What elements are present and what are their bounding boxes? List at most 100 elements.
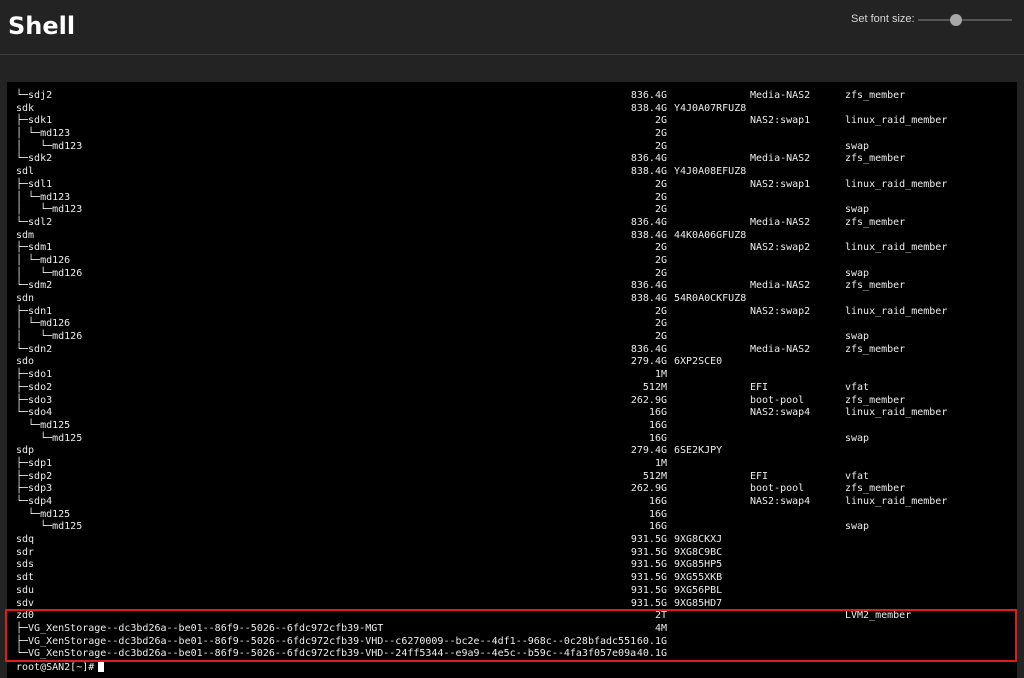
terminal-line: └─VG_XenStorage--dc3bd26a--be01--86f9--5… <box>7 648 1017 661</box>
device-name: ├─VG_XenStorage--dc3bd26a--be01--86f9--5… <box>16 635 637 647</box>
device-size: 836.4G <box>630 343 667 355</box>
device-name: sdr <box>16 546 35 558</box>
terminal-line: │ └─md126 2G swap <box>7 268 1017 281</box>
device-size: 16G <box>648 508 667 520</box>
terminal-line: ├─sdo2 512M EFI vfat <box>7 382 1017 395</box>
terminal-line: zd0 2T LVM2_member <box>7 610 1017 623</box>
terminal-line: ├─sdn1 2G NAS2:swap2 linux_raid_member <box>7 306 1017 319</box>
device-size: 1M <box>654 457 667 469</box>
device-serial: 9XG8CKXJ <box>674 534 723 546</box>
device-fstype: linux_raid_member <box>845 242 948 254</box>
device-size: 16G <box>648 432 667 444</box>
terminal-line: └─sdo4 16G NAS2:swap4 linux_raid_member <box>7 407 1017 420</box>
device-name: └─sdj2 <box>16 90 53 101</box>
device-fstype: zfs_member <box>845 90 906 101</box>
device-label: NAS2:swap4 <box>750 496 811 507</box>
device-size: 262.9G <box>630 394 667 406</box>
device-name: ├─sdl1 <box>16 178 53 190</box>
font-size-slider[interactable] <box>918 14 1012 26</box>
terminal-line: │ └─md123 2G <box>7 192 1017 205</box>
device-size: 2G <box>654 128 667 140</box>
device-size: 838.4G <box>630 229 667 241</box>
device-name: └─md125 <box>16 432 83 444</box>
terminal-window[interactable]: └─sdj2 836.4G Media-NAS2 zfs_member sdk 838.4… <box>7 82 1017 678</box>
device-name: └─md125 <box>16 521 83 533</box>
device-name: └─sdp4 <box>16 496 53 507</box>
device-label: NAS2:swap2 <box>750 242 811 254</box>
device-name: sds <box>16 559 35 571</box>
terminal-line: └─sdm2 836.4G Media-NAS2 zfs_member <box>7 280 1017 293</box>
device-size: 512M <box>642 470 667 482</box>
device-name: ├─sdo1 <box>16 369 53 381</box>
device-serial: 9XG56PBL <box>674 584 723 596</box>
device-label: Media-NAS2 <box>750 90 811 101</box>
device-name: sdu <box>16 584 35 596</box>
font-size-slider-thumb[interactable] <box>949 14 962 26</box>
terminal-line: └─md125 16G swap <box>7 433 1017 446</box>
device-name: └─md125 <box>16 508 71 520</box>
device-size: 279.4G <box>630 356 667 368</box>
terminal-line: ├─sdo3 262.9G boot-pool zfs_member <box>7 395 1017 408</box>
device-size: 931.5G <box>630 534 667 546</box>
font-size-label: Set font size: <box>851 13 915 25</box>
shell-prompt-line[interactable]: root@SAN2[~]# <box>7 660 1017 674</box>
device-size: 931.5G <box>630 597 667 609</box>
terminal-line: │ └─md126 2G <box>7 318 1017 331</box>
device-fstype: linux_raid_member <box>845 305 948 317</box>
device-size: 2G <box>654 242 667 254</box>
device-name: sdo <box>16 356 35 368</box>
device-serial: Y4J0A08EFUZ8 <box>674 166 747 178</box>
device-name: └─VG_XenStorage--dc3bd26a--be01--86f9--5… <box>16 648 637 660</box>
device-size: 2G <box>654 178 667 190</box>
device-size: 2G <box>654 254 667 266</box>
terminal-line: sdn 838.4G 54R0A0CKFUZ8 <box>7 293 1017 306</box>
terminal-line: └─sdj2 836.4G Media-NAS2 zfs_member <box>7 90 1017 103</box>
device-serial: Y4J0A07RFUZ8 <box>674 102 747 114</box>
terminal-line: └─sdp4 16G NAS2:swap4 linux_raid_member <box>7 496 1017 509</box>
device-name: ├─sdk1 <box>16 115 53 127</box>
device-fstype: swap <box>845 521 870 533</box>
device-name: sdq <box>16 534 35 546</box>
device-size: 836.4G <box>630 90 667 101</box>
device-size: 931.5G <box>630 559 667 571</box>
terminal-line: sdo 279.4G 6XP2SCE0 <box>7 356 1017 369</box>
terminal-line: sdr 931.5G 9XG8C9BC <box>7 547 1017 560</box>
page-header: Shell Set font size: <box>0 0 1024 55</box>
device-fstype: zfs_member <box>845 280 906 292</box>
device-size: 838.4G <box>630 293 667 304</box>
device-fstype: vfat <box>845 381 870 393</box>
device-serial: 44K0A06GFUZ8 <box>674 229 747 241</box>
device-name: └─sdk2 <box>16 153 53 165</box>
device-name: sdv <box>16 597 35 609</box>
device-name: └─sdm2 <box>16 280 53 292</box>
terminal-line: └─md125 16G <box>7 509 1017 522</box>
device-label: EFI <box>750 470 769 482</box>
terminal-line: └─md125 16G swap <box>7 521 1017 534</box>
device-name: └─sdn2 <box>16 343 53 355</box>
terminal-line: sdp 279.4G 6SE2KJPY <box>7 445 1017 458</box>
device-name: ├─sdp1 <box>16 457 53 469</box>
device-name: ├─sdn1 <box>16 305 53 317</box>
terminal-line: ├─sdo1 1M <box>7 369 1017 382</box>
shell-prompt: root@SAN2[~]# <box>16 661 95 673</box>
terminal-line: └─sdl2 836.4G Media-NAS2 zfs_member <box>7 217 1017 230</box>
device-size: 279.4G <box>630 445 667 457</box>
device-name: zd0 <box>16 610 35 622</box>
device-serial: 9XG55XKB <box>674 572 723 584</box>
device-fstype: linux_raid_member <box>845 115 948 127</box>
device-name: │ └─md123 <box>16 140 83 152</box>
device-size: 16G <box>648 419 667 431</box>
device-label: NAS2:swap4 <box>750 407 811 419</box>
device-size: 2G <box>654 115 667 127</box>
device-fstype: swap <box>845 140 870 152</box>
device-size: 4M <box>654 622 667 634</box>
terminal-line: └─sdn2 836.4G Media-NAS2 zfs_member <box>7 344 1017 357</box>
terminal-line: ├─VG_XenStorage--dc3bd26a--be01--86f9--5… <box>7 623 1017 636</box>
device-name: ├─sdo2 <box>16 381 53 393</box>
device-name: └─sdl2 <box>16 216 53 228</box>
terminal-line: └─sdk2 836.4G Media-NAS2 zfs_member <box>7 153 1017 166</box>
device-size: 836.4G <box>630 216 667 228</box>
terminal-output: └─sdj2 836.4G Media-NAS2 zfs_member sdk 838.4… <box>7 90 1017 674</box>
terminal-line: ├─sdm1 2G NAS2:swap2 linux_raid_member <box>7 242 1017 255</box>
device-name: sdm <box>16 229 35 241</box>
